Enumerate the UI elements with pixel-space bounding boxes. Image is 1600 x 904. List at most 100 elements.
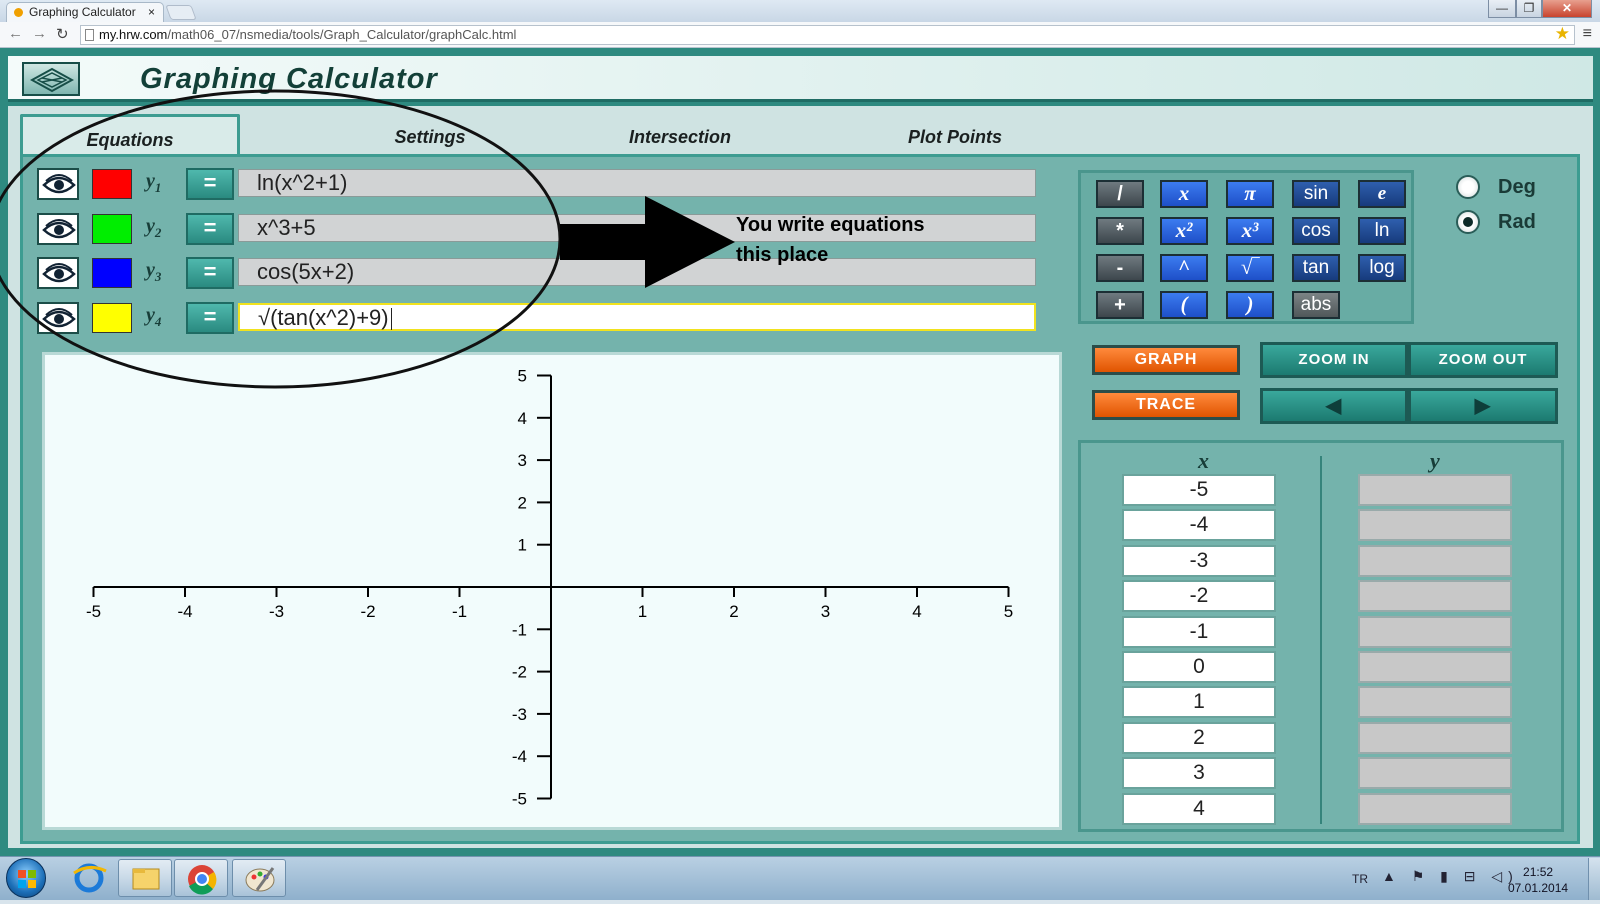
graph-button[interactable]: GRAPH xyxy=(1092,345,1240,375)
y-tick-label: 2 xyxy=(518,493,527,512)
annotation-arrow xyxy=(560,196,735,288)
keypad-key[interactable]: sin xyxy=(1292,180,1340,208)
y-value-cell xyxy=(1358,686,1512,719)
x-value-cell[interactable]: -3 xyxy=(1122,544,1276,577)
keypad-key[interactable]: x³ xyxy=(1226,217,1274,245)
chrome-taskbar-icon[interactable] xyxy=(174,859,228,897)
keypad-key[interactable]: x² xyxy=(1160,217,1208,245)
bookmark-star-icon[interactable]: ★ xyxy=(1555,24,1570,44)
trace-button[interactable]: TRACE xyxy=(1092,390,1240,420)
rad-label: Rad xyxy=(1498,211,1536,233)
zoom-out-button[interactable]: ZOOM OUT xyxy=(1408,342,1558,378)
browser-titlebar xyxy=(0,0,1600,22)
x-value-cell[interactable]: 4 xyxy=(1122,792,1276,825)
y-tick-label: 4 xyxy=(518,409,527,428)
browser-tab-title: Graphing Calculator xyxy=(29,5,136,19)
y-value-cell xyxy=(1358,474,1512,506)
keypad-key[interactable]: tan xyxy=(1292,254,1340,282)
y-tick-label: 3 xyxy=(518,451,527,470)
favicon-icon xyxy=(14,8,23,17)
annotation-text: You write equations this place xyxy=(736,210,925,270)
start-button[interactable] xyxy=(6,858,46,898)
zoom-in-button[interactable]: ZOOM IN xyxy=(1260,342,1408,378)
browser-menu-icon[interactable]: ≡ xyxy=(1583,25,1592,43)
rad-radio[interactable] xyxy=(1456,210,1480,234)
x-value-cell[interactable]: -2 xyxy=(1122,580,1276,613)
x-tick-label: -3 xyxy=(269,602,284,621)
explorer-taskbar-icon[interactable] xyxy=(118,859,172,897)
clock[interactable]: 21:52 07.01.2014 xyxy=(1508,864,1568,896)
x-value-cell[interactable]: 3 xyxy=(1122,757,1276,790)
y-tick-label: -3 xyxy=(512,705,527,724)
tab-plot-points[interactable]: Plot Points xyxy=(830,114,1080,154)
new-tab-button[interactable] xyxy=(165,5,197,20)
paint-taskbar-icon[interactable] xyxy=(232,859,286,897)
ie-taskbar-icon[interactable] xyxy=(62,859,116,897)
annotation-ellipse xyxy=(0,89,562,389)
keypad-key[interactable]: cos xyxy=(1292,217,1340,245)
system-tray-icons[interactable]: ▲ ⚑ ▮ ⊟ ◁) xyxy=(1382,868,1519,885)
keypad-key[interactable]: ln xyxy=(1358,217,1406,245)
keypad-key[interactable]: π xyxy=(1226,180,1274,208)
x-value-cell[interactable]: -4 xyxy=(1122,509,1276,542)
keypad-key[interactable]: √‾ xyxy=(1226,254,1274,282)
keypad-key[interactable]: abs xyxy=(1292,291,1340,319)
x-value-cell[interactable]: 0 xyxy=(1122,651,1276,683)
url-host: my.hrw.com xyxy=(99,27,168,42)
trace-left-button[interactable]: ◀ xyxy=(1260,388,1408,424)
keypad-key[interactable]: x xyxy=(1160,180,1208,208)
language-indicator[interactable]: TR xyxy=(1352,872,1368,886)
minimize-button[interactable]: — xyxy=(1488,0,1516,18)
deg-radio[interactable] xyxy=(1456,175,1480,199)
y-value-cell xyxy=(1358,615,1512,648)
tab-close-icon[interactable]: × xyxy=(148,3,155,21)
y-value-cell xyxy=(1358,792,1512,825)
annotation-overlay xyxy=(0,89,735,389)
x-tick-label: 1 xyxy=(638,602,647,621)
forward-icon[interactable]: → xyxy=(32,25,47,42)
url-path: /math06_07/nsmedia/tools/Graph_Calculato… xyxy=(167,27,517,42)
graph-canvas: -5 -4 -3 -2 -1 1 2 3 4 554321-1-2-3-4-5 xyxy=(86,367,1013,809)
x-tick-label: -4 xyxy=(177,602,192,621)
keypad-key[interactable]: - xyxy=(1096,254,1144,282)
browser-tab[interactable]: Graphing Calculator × xyxy=(6,2,164,22)
keypad-key[interactable]: ^ xyxy=(1160,254,1208,282)
deg-label: Deg xyxy=(1498,176,1536,198)
keypad-key[interactable]: * xyxy=(1096,217,1144,245)
y-tick-label: 1 xyxy=(518,536,527,555)
x-tick-label: -1 xyxy=(452,602,467,621)
keypad-key[interactable]: e xyxy=(1358,180,1406,208)
x-value-cell[interactable]: 2 xyxy=(1122,721,1276,754)
address-bar-row: ← → ↻ my.hrw.com/math06_07/nsmedia/tools… xyxy=(0,22,1600,48)
reload-icon[interactable]: ↻ xyxy=(56,25,69,43)
x-tick-label: 3 xyxy=(821,602,830,621)
y-tick-label: -1 xyxy=(512,620,527,639)
trace-right-button[interactable]: ▶ xyxy=(1408,388,1558,424)
table-divider xyxy=(1320,456,1322,824)
url-field[interactable]: my.hrw.com/math06_07/nsmedia/tools/Graph… xyxy=(80,25,1575,45)
y-value-cell xyxy=(1358,580,1512,613)
keypad-key[interactable]: ( xyxy=(1160,291,1208,319)
y-value-cell xyxy=(1358,651,1512,683)
keypad-key[interactable]: log xyxy=(1358,254,1406,282)
y-value-cell xyxy=(1358,757,1512,790)
x-tick-label: 2 xyxy=(729,602,738,621)
x-value-cell[interactable]: 1 xyxy=(1122,686,1276,719)
y-tick-label: -5 xyxy=(512,790,527,809)
close-window-button[interactable]: ✕ xyxy=(1542,0,1592,18)
x-value-cell[interactable]: -1 xyxy=(1122,615,1276,648)
y-value-cell xyxy=(1358,544,1512,577)
graph-area[interactable]: -5 -4 -3 -2 -1 1 2 3 4 5 5 4 3 2 1 -1 -2 -3 -4 -5 xyxy=(42,352,1062,830)
keypad-key[interactable]: / xyxy=(1096,180,1144,208)
keypad-key[interactable]: + xyxy=(1096,291,1144,319)
x-tick-label: -5 xyxy=(86,602,101,621)
y-value-cell xyxy=(1358,509,1512,542)
clock-time: 21:52 xyxy=(1523,865,1554,879)
x-value-cell[interactable]: -5 xyxy=(1122,474,1276,506)
clock-date: 07.01.2014 xyxy=(1508,881,1569,895)
back-icon[interactable]: ← xyxy=(8,25,23,42)
keypad-key[interactable]: ) xyxy=(1226,291,1274,319)
maximize-button[interactable]: ❐ xyxy=(1516,0,1542,18)
y-tick-label: -4 xyxy=(512,747,527,766)
show-desktop-button[interactable] xyxy=(1588,858,1600,900)
